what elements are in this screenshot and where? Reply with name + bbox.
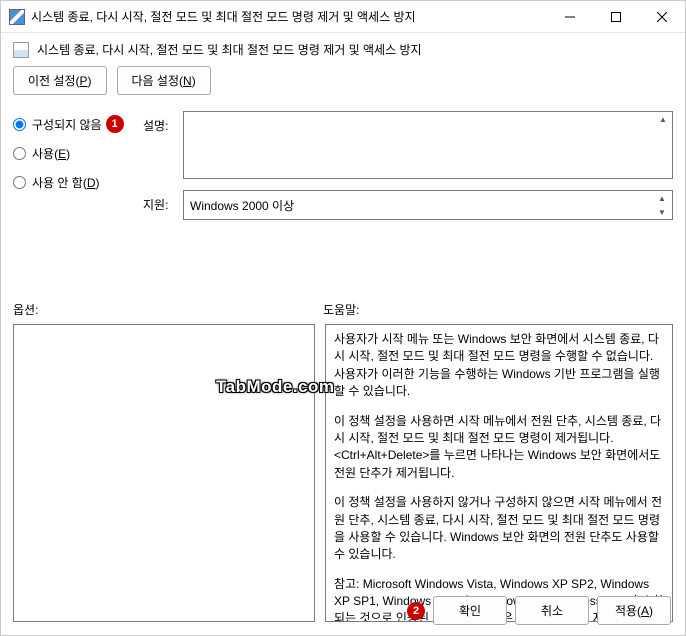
field-label-column: 설명: 지원:: [143, 111, 183, 275]
help-panel: 사용자가 시작 메뉴 또는 Windows 보안 화면에서 시스템 종료, 다시…: [325, 324, 673, 622]
radio-enabled-input[interactable]: [13, 147, 26, 160]
description-textarea[interactable]: [183, 111, 673, 179]
scroll-down-icon[interactable]: ▼: [654, 206, 670, 218]
description-scroll: ▲: [655, 113, 671, 125]
radio-enabled[interactable]: 사용(E): [13, 145, 143, 162]
cancel-button[interactable]: 취소: [515, 596, 589, 625]
options-label: 옵션:: [13, 301, 323, 318]
callout-2: 2: [407, 602, 425, 620]
help-label: 도움말:: [323, 301, 359, 318]
panels: 사용자가 시작 메뉴 또는 Windows 보안 화면에서 시스템 종료, 다시…: [13, 324, 673, 622]
window-title: 시스템 종료, 다시 시작, 절전 모드 및 최대 절전 모드 명령 제거 및 …: [31, 8, 547, 25]
previous-setting-button[interactable]: 이전 설정(P): [13, 66, 107, 95]
radio-disabled-label: 사용 안 함(D): [32, 174, 100, 191]
radio-not-configured-label: 구성되지 않음: [32, 116, 102, 133]
description-label: 설명:: [143, 117, 183, 134]
close-button[interactable]: [639, 2, 685, 32]
subtitle-row: 시스템 종료, 다시 시작, 절전 모드 및 최대 절전 모드 명령 제거 및 …: [1, 33, 685, 66]
supported-on-box: Windows 2000 이상 ▲ ▼: [183, 190, 673, 220]
window-controls: [547, 2, 685, 32]
radio-not-configured-input[interactable]: [13, 118, 26, 131]
radio-disabled-input[interactable]: [13, 176, 26, 189]
app-icon: [9, 9, 25, 25]
nav-buttons: 이전 설정(P) 다음 설정(N): [1, 66, 685, 103]
radio-not-configured[interactable]: 구성되지 않음 1: [13, 115, 143, 133]
apply-button[interactable]: 적용(A): [597, 596, 671, 625]
help-paragraph: 이 정책 설정을 사용하지 않거나 구성하지 않으면 시작 메뉴에서 전원 단추…: [334, 494, 664, 564]
supported-label: 지원:: [143, 196, 183, 213]
help-paragraph: 이 정책 설정을 사용하면 시작 메뉴에서 전원 단추, 시스템 종료, 다시 …: [334, 413, 664, 483]
policy-subtitle: 시스템 종료, 다시 시작, 절전 모드 및 최대 절전 모드 명령 제거 및 …: [37, 41, 422, 58]
radio-enabled-label: 사용(E): [32, 145, 70, 162]
next-setting-button[interactable]: 다음 설정(N): [117, 66, 211, 95]
callout-1: 1: [106, 115, 124, 133]
options-panel: [13, 324, 315, 622]
content-area: 구성되지 않음 1 사용(E) 사용 안 함(D) 설명: 지원: ▲: [1, 103, 685, 622]
field-column: ▲ Windows 2000 이상 ▲ ▼: [183, 111, 673, 275]
radio-disabled[interactable]: 사용 안 함(D): [13, 174, 143, 191]
maximize-button[interactable]: [593, 2, 639, 32]
radio-group: 구성되지 않음 1 사용(E) 사용 안 함(D): [13, 111, 143, 275]
panel-labels: 옵션: 도움말:: [13, 301, 673, 324]
footer-buttons: 2 확인 취소 적용(A): [403, 596, 671, 625]
help-paragraph: 사용자가 시작 메뉴 또는 Windows 보안 화면에서 시스템 종료, 다시…: [334, 331, 664, 401]
minimize-button[interactable]: [547, 2, 593, 32]
scroll-up-icon[interactable]: ▲: [655, 113, 671, 125]
supported-scroll: ▲ ▼: [654, 192, 670, 218]
supported-on-value: Windows 2000 이상: [190, 197, 294, 214]
title-bar: 시스템 종료, 다시 시작, 절전 모드 및 최대 절전 모드 명령 제거 및 …: [1, 1, 685, 33]
ok-button[interactable]: 확인: [433, 596, 507, 625]
scroll-up-icon[interactable]: ▲: [654, 192, 670, 204]
policy-icon: [13, 42, 29, 58]
